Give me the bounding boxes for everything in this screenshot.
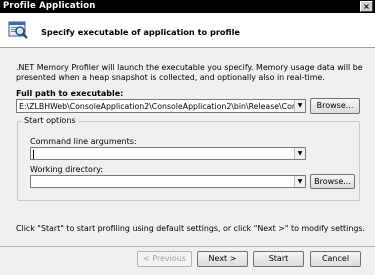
chevron-down-icon[interactable]: ▼ [294,176,305,187]
header-title: Specify executable of application to pro… [41,27,240,37]
window-title: Profile Application [3,1,96,11]
executable-path-combobox[interactable]: E:\ZLBHWeb\ConsoleApplication2\ConsoleAp… [16,99,306,113]
start-button[interactable]: Start [253,251,304,267]
executable-path-value: E:\ZLBHWeb\ConsoleApplication2\ConsoleAp… [19,102,305,111]
next-button[interactable]: Next > [197,251,248,267]
hint-text: Click "Start" to start profiling using d… [16,224,365,233]
previous-button[interactable]: < Previous [137,251,192,267]
browse-executable-button[interactable]: Browse... [310,98,360,114]
chevron-down-icon[interactable]: ▼ [294,148,305,159]
cancel-button[interactable]: Cancel [310,251,361,267]
working-directory-label: Working directory: [30,165,104,174]
command-line-args-combobox[interactable]: ▼ [30,147,306,160]
working-directory-combobox[interactable]: ▼ [30,175,306,188]
title-bar: Profile Application × [0,0,375,13]
command-line-args-label: Command line arguments: [30,137,137,146]
magnifier-window-icon [8,21,28,39]
wizard-footer: < Previous Next > Start Cancel [0,246,375,275]
description-text: .NET Memory Profiler will launch the exe… [16,63,363,82]
close-button[interactable]: × [360,1,373,12]
wizard-header: Specify executable of application to pro… [0,13,375,48]
wizard-content: .NET Memory Profiler will launch the exe… [0,48,375,246]
text-caret [33,150,34,159]
browse-working-directory-button[interactable]: Browse... [310,174,355,189]
start-options-title: Start options [22,116,78,125]
chevron-down-icon[interactable]: ▼ [294,100,305,112]
start-options-group [17,121,360,201]
executable-path-label: Full path to executable: [16,89,124,98]
